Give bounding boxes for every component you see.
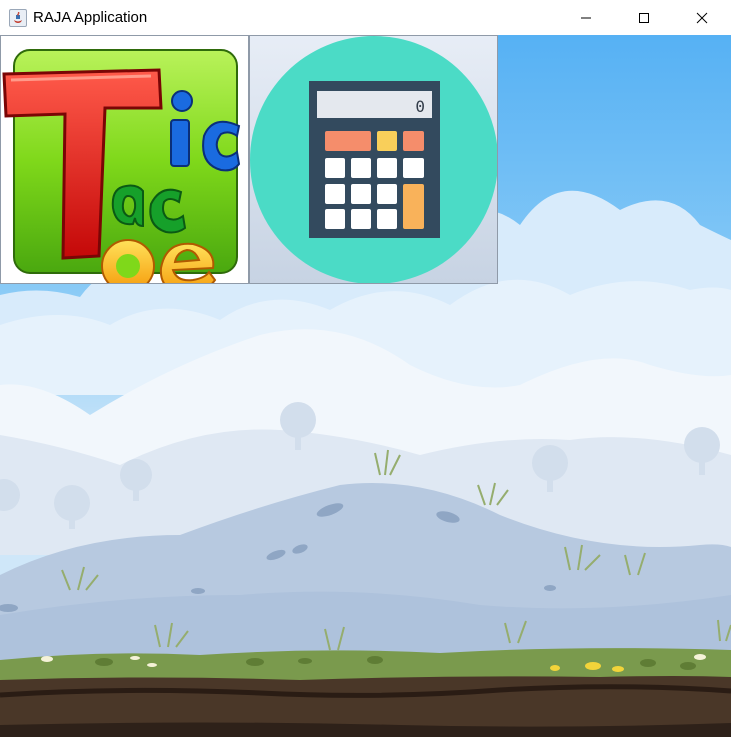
tictactoe-launcher-button[interactable]: [0, 35, 249, 284]
calculator-launcher-button[interactable]: 0: [249, 35, 498, 284]
maximize-button[interactable]: [615, 0, 673, 35]
minimize-icon: [581, 17, 591, 18]
java-app-icon: [9, 8, 27, 27]
minimize-button[interactable]: [557, 0, 615, 35]
tic-tac-toe-logo-icon: [2, 49, 241, 283]
window-controls: [557, 0, 731, 35]
close-icon: [696, 12, 708, 23]
close-button[interactable]: [673, 0, 731, 35]
main-content: 0: [0, 35, 731, 737]
window-title: RAJA Application: [33, 9, 148, 26]
window-titlebar: RAJA Application: [0, 0, 731, 35]
maximize-icon: [639, 12, 649, 23]
calculator-display-value: 0: [415, 97, 425, 116]
calculator-icon: 0: [250, 36, 497, 283]
